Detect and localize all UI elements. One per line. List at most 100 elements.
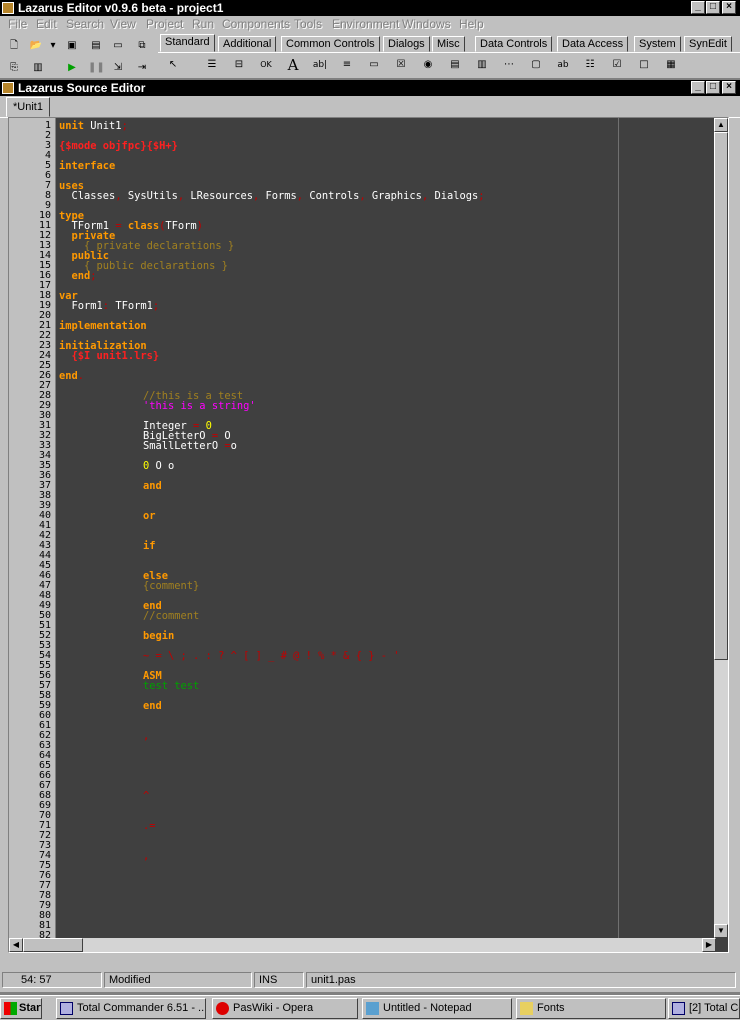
scroll-left-button[interactable]: ◀ [9,938,23,952]
code-line[interactable]: 0 O o [143,461,174,471]
toggle-form-unit-icon[interactable]: ⧉ [134,38,150,53]
editor-title-bar[interactable]: Lazarus Source Editor _ □ × [0,80,740,96]
new-form-icon[interactable]: ▭ [110,38,126,53]
popup-menu-icon[interactable]: ⊟ [229,56,249,74]
menu-file[interactable]: File [8,17,27,31]
actionlist-icon[interactable]: ▦ [661,56,681,74]
start-button[interactable]: Start [0,998,42,1019]
palette-tab-data-controls[interactable]: Data Controls [475,36,553,52]
step-into-icon[interactable]: ⇲ [110,60,126,75]
palette-tab-data-access[interactable]: Data Access [557,36,629,52]
label-icon[interactable]: A [283,56,303,74]
menu-search[interactable]: Search [66,17,104,31]
code-line[interactable]: //comment [143,611,199,621]
scrollbar-icon[interactable]: ⋯ [499,56,519,74]
vertical-scrollbar[interactable]: ▲ ▼ [714,118,728,938]
open-file-icon[interactable]: 📂 [28,38,44,53]
code-line[interactable]: if [143,541,156,551]
scroll-down-button[interactable]: ▼ [714,924,728,938]
editor-maximize-button[interactable]: □ [706,81,720,94]
code-line[interactable]: and [143,481,162,491]
code-line[interactable]: , [143,731,149,741]
scroll-right-button[interactable]: ▶ [702,938,716,952]
panel-icon[interactable]: □ [634,56,654,74]
file-tab-unit1[interactable]: *Unit1 [6,97,50,117]
main-title-bar[interactable]: Lazarus Editor v0.9.6 beta - project1 _ … [0,0,740,16]
task-total-commander[interactable]: Total Commander 6.51 - ... [56,998,206,1019]
code-line[interactable]: implementation [59,321,147,331]
task-total-commander-2[interactable]: [2] Total Co [668,998,740,1019]
edit-icon[interactable]: ab| [310,56,330,74]
code-line[interactable]: SmallLetterO =o [143,441,237,451]
groupbox-icon[interactable]: ▢ [526,56,546,74]
palette-tab-dialogs[interactable]: Dialogs [383,36,430,52]
code-line[interactable]: end. [59,371,84,381]
memo-icon[interactable]: ≡ [337,56,357,74]
run-icon[interactable]: ▶ [64,60,80,75]
code-line[interactable]: {comment} [143,581,199,591]
code-line[interactable]: interface [59,161,115,171]
task-opera[interactable]: PasWiki - Opera [212,998,358,1019]
radiogroup-icon[interactable]: ☷ [580,56,600,74]
menu-project[interactable]: Project [146,17,183,31]
listbox-icon[interactable]: ▤ [445,56,465,74]
menu-tools[interactable]: Tools [294,17,322,31]
code-editor[interactable]: 1 2 3 4 5 6 7 8 9 10 11 12 13 14 15 16 17 18 19 20 21 22 23 24 2… [8,117,729,953]
menu-edit[interactable]: Edit [36,17,57,31]
code-line[interactable]: end [143,701,162,711]
static-text-icon[interactable]: ab [553,56,573,74]
vertical-scroll-thumb[interactable] [714,132,728,660]
pause-icon[interactable]: ❚❚ [88,60,105,75]
combobox-icon[interactable]: ▥ [472,56,492,74]
step-over-icon[interactable]: ⇥ [134,60,150,75]
horizontal-scroll-thumb[interactable] [23,938,83,952]
palette-tab-system[interactable]: System [634,36,681,52]
menu-view[interactable]: View [110,17,136,31]
code-line[interactable]: or [143,511,156,521]
palette-tab-synedit[interactable]: SynEdit [684,36,732,52]
menu-windows[interactable]: Windows [402,17,451,31]
view-units-icon[interactable]: ⎘ [6,60,22,75]
pointer-tool-icon[interactable]: ↖ [163,56,183,74]
toggle-box-icon[interactable]: ▭ [364,56,384,74]
code-line[interactable]: ~ = \ ; . : ? ^ [ ] _ # @ ! % * & { } - … [143,651,399,661]
code-line[interactable]: Form1: TForm1; [59,301,160,311]
menu-run[interactable]: Run [192,17,214,31]
maximize-button[interactable]: □ [706,1,720,14]
editor-close-button[interactable]: × [722,81,736,94]
code-line[interactable]: begin [143,631,174,641]
main-menu-icon[interactable]: ☰ [202,56,222,74]
code-line[interactable]: , [143,851,149,861]
radio-button-icon[interactable]: ◉ [418,56,438,74]
checkgroup-icon[interactable]: ☑ [607,56,627,74]
task-notepad[interactable]: Untitled - Notepad [362,998,512,1019]
horizontal-scrollbar[interactable]: ◀ ▶ [9,938,716,952]
code-line[interactable]: end; [59,271,97,281]
palette-tab-misc[interactable]: Misc [432,36,465,52]
palette-tab-common-controls[interactable]: Common Controls [281,36,380,52]
code-line[interactable]: Classes, SysUtils, LResources, Forms, Co… [59,191,485,201]
code-line[interactable]: 'this is a string' [143,401,256,411]
save-icon[interactable]: ▣ [64,38,80,53]
open-dropdown-icon[interactable]: ▾ [48,38,58,53]
minimize-button[interactable]: _ [691,1,705,14]
code-line[interactable]: test test [143,681,199,691]
palette-tab-additional[interactable]: Additional [218,36,277,52]
palette-tab-standard[interactable]: Standard [160,34,215,52]
task-fonts[interactable]: Fonts [516,998,666,1019]
close-button[interactable]: × [722,1,736,14]
code-line[interactable]: unit Unit1; [59,121,128,131]
code-line[interactable]: {$mode objfpc}{$H+} [59,141,178,151]
code-line[interactable]: ^ [143,791,149,801]
checkbox-icon[interactable]: ☒ [391,56,411,74]
scroll-up-button[interactable]: ▲ [714,118,728,132]
code-line[interactable]: .= [143,821,156,831]
code-line[interactable]: {$I unit1.lrs} [59,351,160,361]
view-forms-icon[interactable]: ▥ [30,60,46,75]
menu-help[interactable]: Help [459,17,484,31]
new-file-icon[interactable]: 🗋 [6,38,22,53]
menu-environment[interactable]: Environment [332,17,399,31]
button-icon[interactable]: OK [256,56,276,74]
menu-components[interactable]: Components [222,17,290,31]
editor-minimize-button[interactable]: _ [691,81,705,94]
